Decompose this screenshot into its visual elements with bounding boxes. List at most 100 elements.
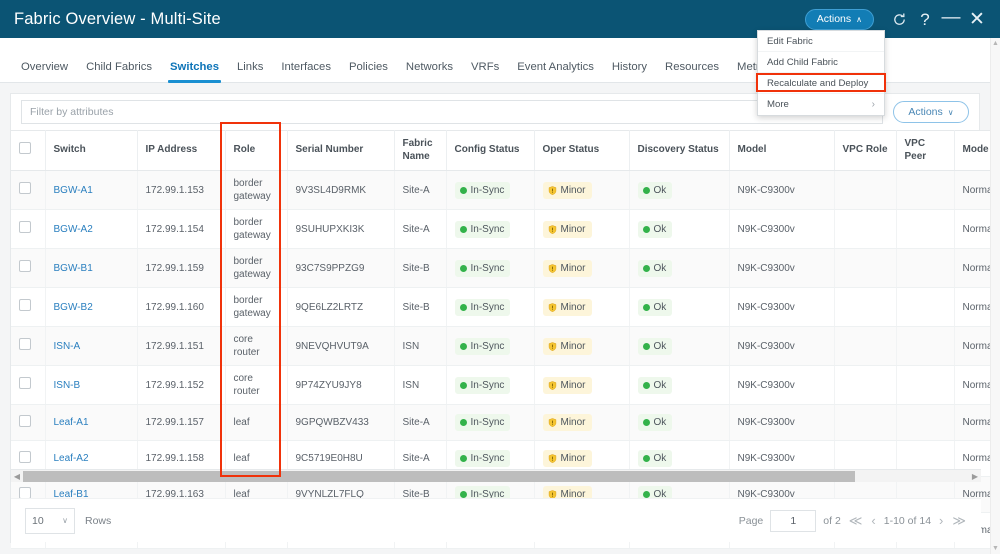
row-select-cell	[11, 248, 46, 288]
status-dot-icon	[642, 264, 650, 272]
table-row[interactable]: BGW-A2 172.99.1.154 border gateway 9SUHUPXK…	[11, 209, 1000, 249]
table-row[interactable]: Leaf-A1 172.99.1.157 leaf 9GPQWBZV433 Site-A…	[11, 404, 1000, 441]
pagination: Page 1 of 2 ≪ ‹ 1-10 of 14 › ≫	[739, 509, 967, 532]
scroll-down-icon[interactable]: ▼	[992, 543, 999, 554]
status-badge: Ok	[637, 259, 673, 277]
row-checkbox[interactable]	[19, 260, 31, 272]
column-header-switch[interactable]: Switch	[45, 130, 138, 171]
tab-networks[interactable]: Networks	[397, 61, 462, 82]
tab-vrfs[interactable]: VRFs	[462, 61, 508, 82]
row-checkbox[interactable]	[19, 450, 31, 463]
menu-item-more[interactable]: More ›	[758, 94, 884, 115]
first-page-icon[interactable]: ≪	[848, 513, 864, 529]
status-badge: In-Sync	[454, 298, 511, 316]
column-header-vpc-peer[interactable]: VPC Peer	[896, 130, 955, 171]
hscroll-track[interactable]	[23, 470, 969, 483]
row-checkbox[interactable]	[19, 182, 31, 194]
switch-name-link[interactable]: ISN-B	[54, 380, 81, 391]
cell-config-status: In-Sync	[446, 326, 535, 366]
table-row[interactable]: BGW-B2 172.99.1.160 border gateway 9QE6LZ2L…	[11, 287, 1000, 327]
scroll-left-icon[interactable]: ◀	[11, 472, 23, 481]
prev-page-icon[interactable]: ‹	[870, 513, 876, 528]
switch-name-link[interactable]: Leaf-A2	[54, 453, 89, 464]
column-header-vpc-role[interactable]: VPC Role	[834, 130, 897, 171]
tab-policies[interactable]: Policies	[340, 61, 397, 82]
refresh-icon[interactable]	[886, 6, 912, 32]
tab-resources[interactable]: Resources	[656, 61, 728, 82]
tab-switches[interactable]: Switches	[161, 61, 228, 83]
cell-serial-number: 9SUHUPXKI3K	[287, 209, 395, 249]
row-checkbox[interactable]	[19, 486, 31, 499]
menu-item-label: More	[767, 99, 789, 110]
hscroll-thumb[interactable]	[23, 470, 855, 482]
row-checkbox[interactable]	[19, 377, 31, 389]
tab-links[interactable]: Links	[228, 61, 272, 82]
close-icon[interactable]: ✕	[964, 6, 990, 32]
status-badge: Minor	[542, 414, 592, 431]
cell-vpc-peer	[896, 248, 955, 288]
cell-model: N9K-C9300v	[729, 248, 835, 288]
table-body: BGW-A1 172.99.1.153 border gateway 9V3SL4D9…	[11, 170, 1000, 549]
row-checkbox[interactable]	[19, 221, 31, 233]
status-badge: In-Sync	[454, 337, 511, 355]
row-select-cell	[11, 170, 46, 210]
menu-item-edit-fabric[interactable]: Edit Fabric	[758, 31, 884, 52]
page-number-input[interactable]: 1	[770, 509, 817, 532]
switch-name-link[interactable]: BGW-A1	[54, 185, 93, 196]
scroll-up-icon[interactable]: ▲	[992, 38, 999, 49]
column-header-role[interactable]: Role	[225, 130, 288, 171]
table-row[interactable]: ISN-A 172.99.1.151 core router 9NEVQHVUT9A I…	[11, 326, 1000, 366]
rows-per-page-value: 10	[32, 514, 44, 527]
row-checkbox[interactable]	[19, 414, 31, 427]
cell-vpc-role	[834, 326, 897, 366]
switch-name-link[interactable]: ISN-A	[54, 341, 81, 352]
filter-input[interactable]: Filter by attributes	[21, 100, 883, 124]
table-actions-button[interactable]: Actions ∨	[893, 101, 969, 123]
cell-ip-address: 172.99.1.151	[137, 326, 226, 366]
cell-config-status: In-Sync	[446, 170, 535, 210]
column-header-serial[interactable]: Serial Number	[287, 130, 395, 171]
table-row[interactable]: ISN-B 172.99.1.152 core router 9P74ZYU9JY8 I…	[11, 365, 1000, 405]
scroll-right-icon[interactable]: ▶	[969, 472, 981, 481]
cell-fabric-name: Site-A	[394, 170, 447, 210]
cell-switch: BGW-B1	[45, 248, 138, 288]
minimize-icon[interactable]: —	[938, 6, 964, 32]
column-header-config-status[interactable]: Config Status	[446, 130, 535, 171]
last-page-icon[interactable]: ≫	[951, 513, 967, 529]
header-actions-button[interactable]: Actions ∧	[804, 8, 874, 30]
status-badge: Ok	[637, 181, 673, 199]
menu-item-recalculate-and-deploy[interactable]: Recalculate and Deploy	[758, 73, 884, 94]
switch-name-link[interactable]: BGW-B1	[54, 263, 93, 274]
menu-item-add-child-fabric[interactable]: Add Child Fabric	[758, 52, 884, 73]
tab-overview[interactable]: Overview	[12, 61, 77, 82]
tab-event-analytics[interactable]: Event Analytics	[508, 61, 603, 82]
select-all-checkbox[interactable]	[19, 142, 31, 155]
column-header-oper-status[interactable]: Oper Status	[534, 130, 630, 171]
status-dot-icon	[642, 186, 650, 194]
help-icon[interactable]: ?	[912, 6, 938, 32]
status-badge: Ok	[637, 450, 673, 467]
switch-name-link[interactable]: BGW-B2	[54, 302, 93, 313]
table-horizontal-scrollbar[interactable]: ◀ ▶	[11, 469, 981, 482]
tab-interfaces[interactable]: Interfaces	[272, 61, 340, 82]
switch-name-link[interactable]: BGW-A2	[54, 224, 93, 235]
rows-per-page-select[interactable]: 10 ∨	[25, 507, 75, 534]
tab-child-fabrics[interactable]: Child Fabrics	[77, 61, 161, 82]
column-header-model[interactable]: Model	[729, 130, 835, 171]
cell-oper-status: Minor	[534, 209, 630, 249]
status-badge: Minor	[542, 298, 592, 316]
page-vertical-scrollbar[interactable]: ▲ ▼	[990, 38, 1000, 554]
cell-oper-status: Minor	[534, 326, 630, 366]
column-header-fabric-name[interactable]: Fabric Name	[394, 130, 447, 171]
table-row[interactable]: BGW-A1 172.99.1.153 border gateway 9V3SL4D9…	[11, 170, 1000, 210]
table-row[interactable]: BGW-B1 172.99.1.159 border gateway 93C7S9PP…	[11, 248, 1000, 288]
tab-history[interactable]: History	[603, 61, 656, 82]
row-checkbox[interactable]	[19, 338, 31, 350]
cell-fabric-name: Site-B	[394, 248, 447, 288]
column-header-discovery-status[interactable]: Discovery Status	[629, 130, 730, 171]
row-checkbox[interactable]	[19, 299, 31, 311]
column-header-ip[interactable]: IP Address	[137, 130, 226, 171]
cell-oper-status: Minor	[534, 287, 630, 327]
next-page-icon[interactable]: ›	[938, 513, 944, 528]
switch-name-link[interactable]: Leaf-A1	[54, 417, 89, 428]
